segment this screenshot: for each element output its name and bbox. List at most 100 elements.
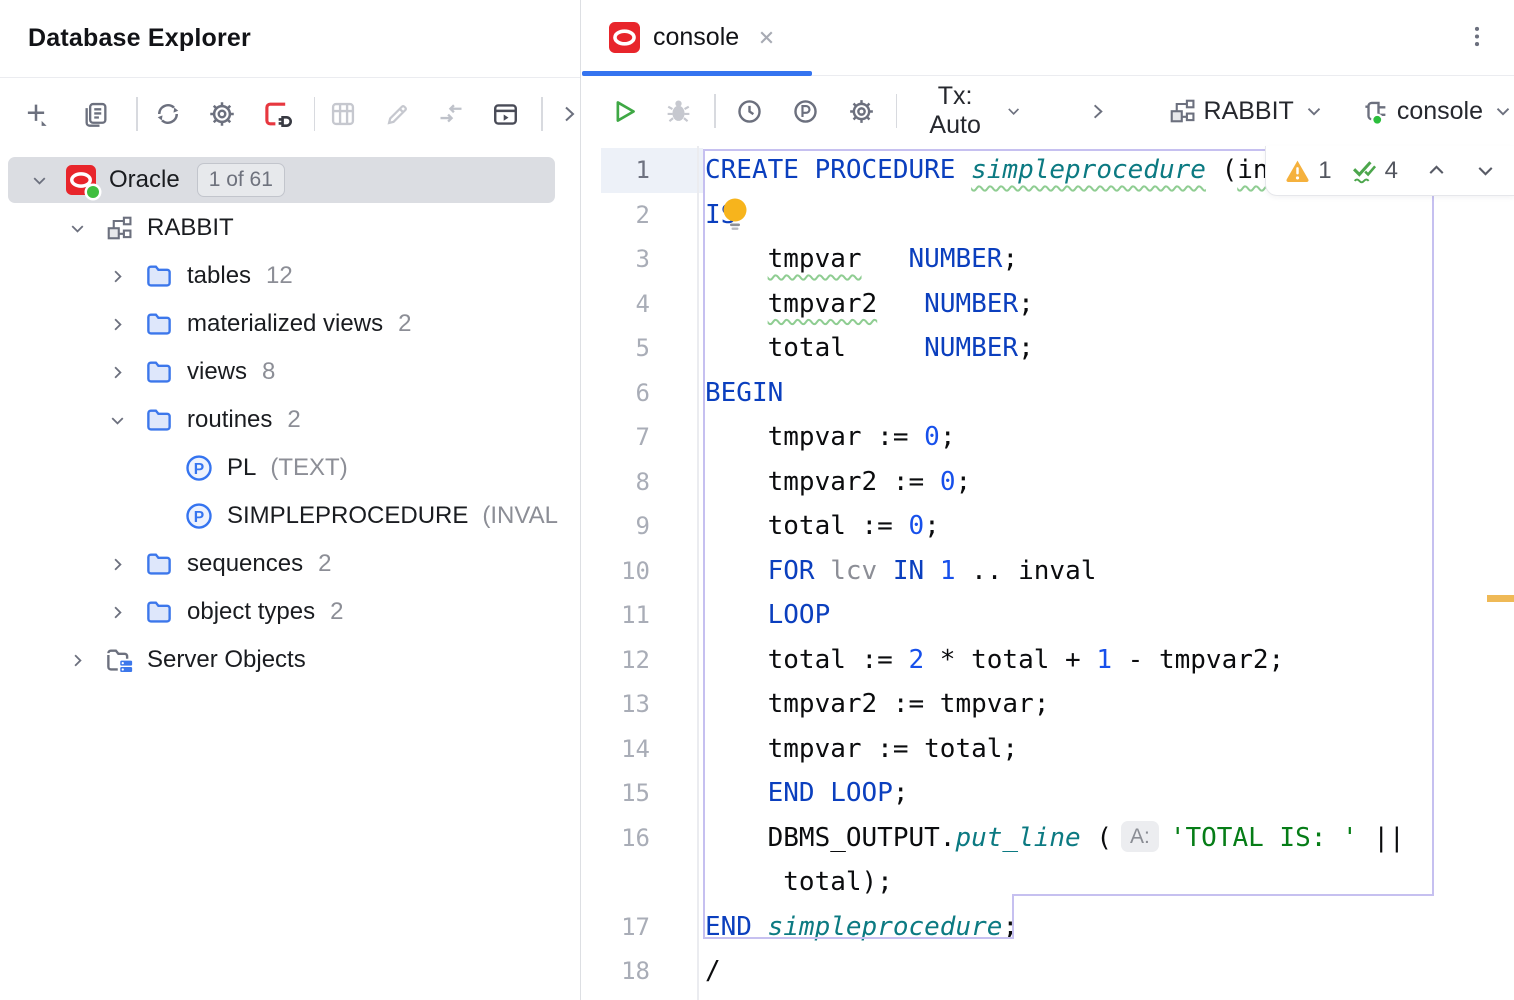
toolbar-overflow-chevron[interactable] — [1082, 95, 1114, 127]
panel-title: Database Explorer — [28, 24, 251, 53]
code-line-13[interactable]: tmpvar2 := tmpvar; — [705, 682, 1049, 727]
code-line-11[interactable]: LOOP — [705, 593, 830, 638]
schema-icon — [1168, 97, 1196, 125]
close-tab-icon[interactable] — [756, 27, 777, 48]
session-plug-icon — [1361, 96, 1391, 126]
code-line-10[interactable]: FOR lcv IN 1 .. inval — [705, 549, 1096, 594]
session-label: console — [1397, 97, 1483, 126]
add-button[interactable] — [20, 98, 52, 130]
code-line-16[interactable]: DBMS_OUTPUT.put_line (A:'TOTAL IS: ' || — [705, 816, 1405, 861]
tree-item-object-types[interactable]: object types2 — [0, 588, 580, 636]
line-number-8: 8 — [582, 460, 650, 505]
line-number-4: 4 — [582, 282, 650, 327]
line-number-3: 3 — [582, 237, 650, 282]
tree-chevron-down-icon[interactable] — [106, 409, 144, 432]
data-source-settings-button[interactable] — [206, 98, 238, 130]
data-source-counter-badge: 1 of 61 — [197, 163, 285, 197]
folder-icon — [144, 261, 174, 291]
table-data-button — [327, 98, 359, 130]
tab-console[interactable]: console — [582, 0, 807, 75]
editor-options-kebab-icon[interactable] — [1464, 23, 1490, 52]
tree-item-oracle[interactable]: Oracle1 of 61 — [0, 156, 580, 204]
line-number-6: 6 — [582, 371, 650, 416]
code-line-7[interactable]: tmpvar := 0; — [705, 415, 955, 460]
schema-icon — [104, 213, 134, 243]
toolbar-separator — [714, 94, 716, 128]
folder-icon — [144, 405, 174, 435]
tree-chevron-right-icon[interactable] — [106, 265, 144, 288]
line-number-13: 13 — [582, 682, 650, 727]
tree-item-tables[interactable]: tables12 — [0, 252, 580, 300]
more-toolbar-button[interactable] — [553, 98, 582, 130]
open-query-console-button[interactable] — [489, 98, 521, 130]
explain-plan-button[interactable] — [790, 95, 822, 127]
tree-chevron-down-icon[interactable] — [66, 217, 104, 240]
code-line-17[interactable]: END simpleprocedure; — [705, 905, 1018, 950]
code-line-1[interactable]: CREATE PROCEDURE simpleprocedure (inval — [705, 148, 1316, 193]
previous-problem-button[interactable] — [1424, 158, 1449, 183]
code-line-15[interactable]: END LOOP; — [705, 771, 909, 816]
tab-label: console — [653, 23, 739, 52]
intention-lightbulb-icon[interactable] — [720, 197, 750, 238]
folder-icon — [144, 549, 174, 579]
tree-item-views[interactable]: views8 — [0, 348, 580, 396]
tree-item-sequences[interactable]: sequences2 — [0, 540, 580, 588]
tree-chevron-right-icon[interactable] — [106, 601, 144, 624]
sql-editor[interactable]: 123456789101112131415161718 CREATE PROCE… — [582, 146, 1514, 1000]
dropdown-corner — [42, 121, 47, 126]
code-line-wrap[interactable]: total); — [705, 860, 893, 905]
code-line-6[interactable]: BEGIN — [705, 371, 783, 416]
code-line-18[interactable]: / — [705, 949, 721, 994]
next-problem-button[interactable] — [1473, 158, 1498, 183]
folder-icon — [144, 357, 174, 387]
code-line-12[interactable]: total := 2 * total + 1 - tmpvar2; — [705, 638, 1284, 683]
tree-item-simpleprocedure[interactable]: PSIMPLEPROCEDURE(INVAL — [0, 492, 580, 540]
warning-scrollbar-marker[interactable] — [1487, 595, 1514, 602]
item-type-suffix: (INVAL — [482, 502, 558, 530]
item-count: 8 — [262, 358, 275, 386]
tree-item-pl[interactable]: PPL(TEXT) — [0, 444, 580, 492]
item-count: 2 — [330, 598, 343, 626]
oracle-icon — [609, 22, 640, 53]
tree-chevron-right-icon[interactable] — [66, 649, 104, 672]
console-settings-button[interactable] — [846, 95, 878, 127]
schema-label: RABBIT — [1204, 97, 1294, 126]
code-line-9[interactable]: total := 0; — [705, 504, 940, 549]
line-number-12: 12 — [582, 638, 650, 683]
tree-chevron-right-icon[interactable] — [106, 313, 144, 336]
disconnect-button[interactable] — [260, 98, 296, 130]
line-number-5: 5 — [582, 326, 650, 371]
schema-select[interactable]: RABBIT — [1168, 97, 1325, 126]
tree-chevron-down-icon[interactable] — [28, 169, 66, 192]
line-number-15: 15 — [582, 771, 650, 816]
duplicate-button[interactable] — [80, 98, 112, 130]
session-select[interactable]: console — [1361, 96, 1514, 126]
code-line-14[interactable]: tmpvar := total; — [705, 727, 1018, 772]
history-button[interactable] — [734, 95, 766, 127]
passed-inspections-indicator[interactable]: 4 — [1350, 157, 1398, 185]
tree-chevron-right-icon[interactable] — [106, 553, 144, 576]
warnings-indicator[interactable]: 1 — [1284, 157, 1331, 185]
tree-item-server-objects[interactable]: Server Objects — [0, 636, 580, 684]
code-line-8[interactable]: tmpvar2 := 0; — [705, 460, 971, 505]
code-line-3[interactable]: tmpvar NUMBER; — [705, 237, 1018, 282]
tree-item-routines[interactable]: routines2 — [0, 396, 580, 444]
tree-item-materialized-views[interactable]: materialized views2 — [0, 300, 580, 348]
refresh-button[interactable] — [152, 98, 184, 130]
svg-text:P: P — [194, 461, 204, 478]
transaction-mode-select[interactable]: Tx: Auto — [915, 82, 1024, 140]
passed-count: 4 — [1385, 157, 1398, 185]
code-line-5[interactable]: total NUMBER; — [705, 326, 1034, 371]
tree-item-rabbit[interactable]: RABBIT — [0, 204, 580, 252]
inspections-widget: 1 4 — [1265, 146, 1514, 196]
chevron-up-icon — [1424, 158, 1449, 183]
line-number-17: 17 — [582, 905, 650, 950]
item-count: 2 — [287, 406, 300, 434]
code-line-4[interactable]: tmpvar2 NUMBER; — [705, 282, 1034, 327]
folder-icon — [144, 309, 174, 339]
database-explorer-panel: Database Explorer — [0, 0, 581, 1000]
run-button[interactable] — [608, 95, 640, 127]
line-number-14: 14 — [582, 727, 650, 772]
detach-session-button — [435, 98, 467, 130]
tree-chevron-right-icon[interactable] — [106, 361, 144, 384]
